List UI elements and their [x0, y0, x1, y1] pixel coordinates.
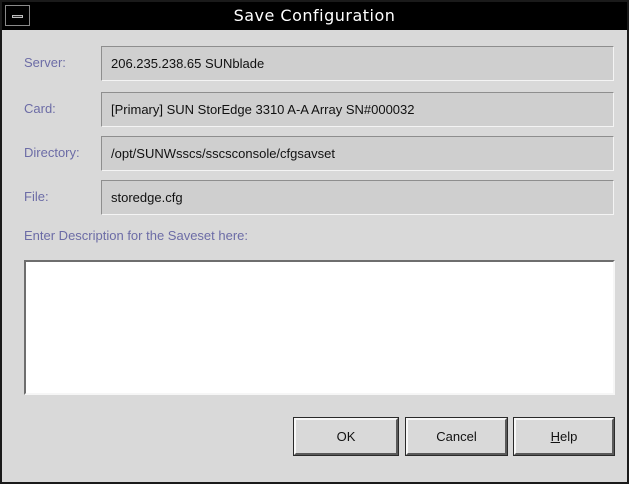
card-label: Card:	[24, 101, 56, 116]
title-bar[interactable]: Save Configuration	[2, 2, 627, 30]
server-field: 206.235.238.65 SUNblade	[101, 46, 614, 81]
card-field: [Primary] SUN StorEdge 3310 A-A Array SN…	[101, 92, 614, 127]
directory-field: /opt/SUNWsscs/sscsconsole/cfgsavset	[101, 136, 614, 171]
help-button[interactable]: Help	[514, 418, 614, 455]
directory-label: Directory:	[24, 145, 80, 160]
server-label: Server:	[24, 55, 66, 70]
save-configuration-dialog: Save Configuration Server: 206.235.238.6…	[0, 0, 629, 484]
help-mnemonic: H	[550, 429, 561, 444]
file-label: File:	[24, 189, 49, 204]
file-field: storedge.cfg	[101, 180, 614, 215]
description-textarea[interactable]	[24, 260, 615, 395]
window-title: Save Configuration	[233, 6, 396, 25]
ok-button[interactable]: OK	[294, 418, 398, 455]
description-label: Enter Description for the Saveset here:	[24, 228, 249, 243]
cancel-button[interactable]: Cancel	[406, 418, 507, 455]
dialog-body: Server: 206.235.238.65 SUNblade Card: [P…	[2, 30, 627, 482]
help-label-rest: elp	[560, 429, 578, 444]
